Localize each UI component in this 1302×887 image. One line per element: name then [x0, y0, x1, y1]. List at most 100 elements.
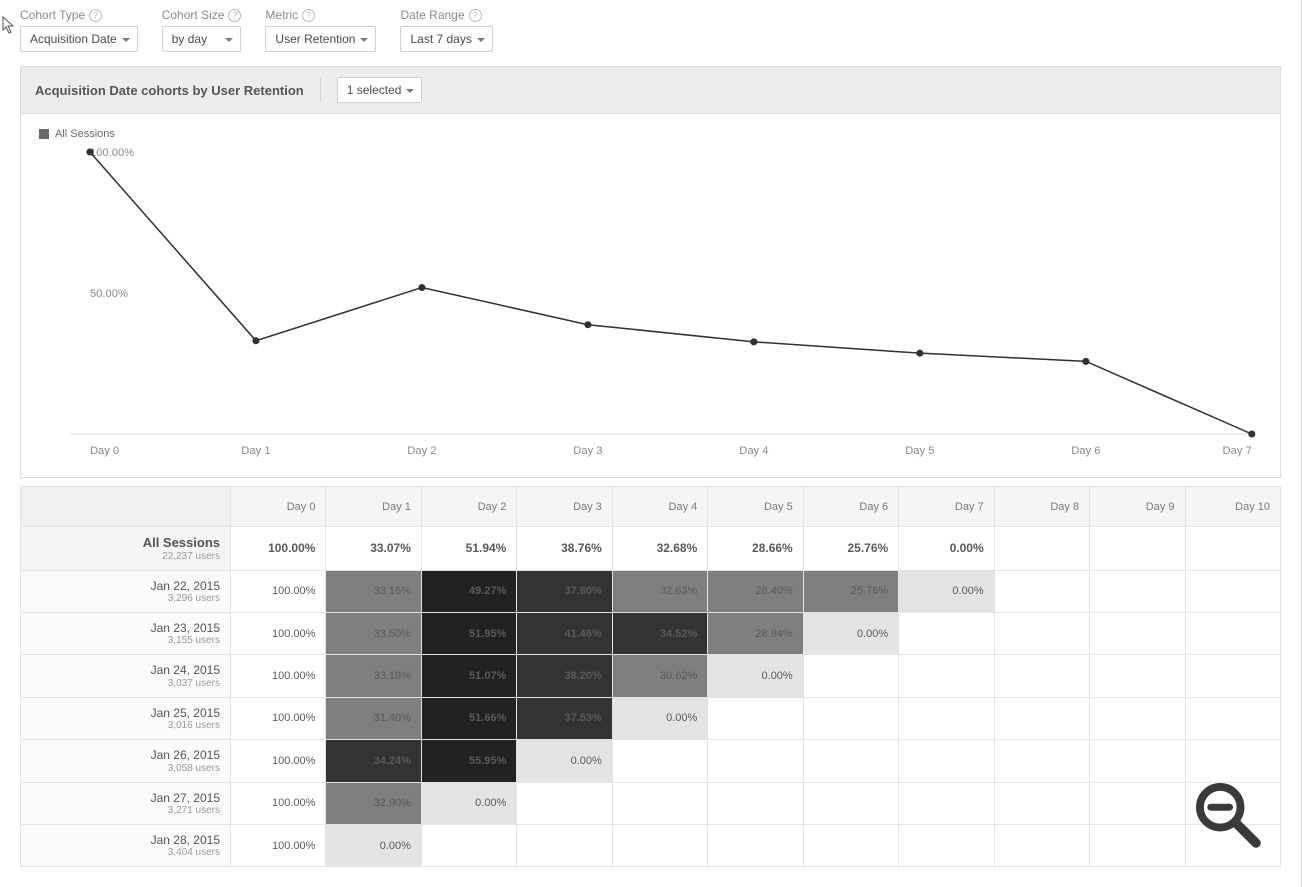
legend-swatch-icon	[39, 129, 49, 139]
table-cell: 0.00%	[899, 527, 994, 571]
date-range-label: Date Range ?	[400, 8, 492, 22]
table-cell: 100.00%	[231, 782, 326, 824]
cohort-type-label: Cohort Type ?	[20, 8, 138, 22]
table-cell: 100.00%	[231, 740, 326, 782]
table-cell: 34.24%	[326, 740, 421, 782]
svg-text:Day 6: Day 6	[1071, 445, 1100, 457]
table-cell: 100.00%	[231, 527, 326, 571]
cohort-type-select[interactable]: Acquisition Date	[20, 26, 138, 52]
table-total-row: All Sessions22,237 users100.00%33.07%51.…	[21, 527, 1281, 571]
table-cell: 33.19%	[326, 655, 421, 697]
zoom-out-icon	[1189, 776, 1267, 854]
table-cell: 25.76%	[803, 527, 898, 571]
table-cell: 0.00%	[803, 612, 898, 654]
table-cell	[899, 655, 994, 697]
svg-text:Day 3: Day 3	[573, 445, 602, 457]
date-range-select[interactable]: Last 7 days	[400, 26, 492, 52]
table-cell	[1090, 655, 1185, 697]
table-column-header: Day 3	[517, 487, 612, 527]
table-column-header: Day 0	[231, 487, 326, 527]
table-cell: 38.76%	[517, 527, 612, 571]
table-cell	[1090, 697, 1185, 739]
table-cell	[517, 782, 612, 824]
metric-label: Metric ?	[265, 8, 376, 22]
chart-panel-header: Acquisition Date cohorts by User Retenti…	[20, 66, 1281, 114]
row-header: Jan 23, 20153,155 users	[21, 612, 231, 654]
cohort-size-label: Cohort Size ?	[162, 8, 242, 22]
table-cell	[1090, 570, 1185, 612]
cohort-controls: Cohort Type ? Acquisition Date Cohort Si…	[20, 8, 1281, 52]
help-icon[interactable]: ?	[302, 9, 315, 22]
table-cell	[1090, 527, 1185, 571]
table-cell: 25.76%	[803, 570, 898, 612]
row-header: Jan 26, 20153,058 users	[21, 740, 231, 782]
table-cell	[1090, 612, 1185, 654]
table-cell	[994, 655, 1089, 697]
table-cell: 100.00%	[231, 697, 326, 739]
table-cell	[612, 782, 707, 824]
table-cell	[803, 740, 898, 782]
table-column-header: Day 1	[326, 487, 421, 527]
chart-title: Acquisition Date cohorts by User Retenti…	[35, 83, 304, 98]
divider	[320, 78, 321, 102]
table-cell	[899, 782, 994, 824]
svg-text:Day 1: Day 1	[241, 445, 270, 457]
chart-legend: All Sessions	[39, 128, 1262, 140]
table-cell: 32.68%	[612, 527, 707, 571]
svg-text:Day 0: Day 0	[90, 445, 119, 457]
metric-select[interactable]: User Retention	[265, 26, 376, 52]
table-cell	[708, 782, 803, 824]
table-cell: 32.90%	[326, 782, 421, 824]
table-row: Jan 27, 20153,271 users100.00%32.90%0.00…	[21, 782, 1281, 824]
table-cell	[803, 655, 898, 697]
table-cell: 100.00%	[231, 824, 326, 866]
table-cell: 0.00%	[612, 697, 707, 739]
svg-text:50.00%: 50.00%	[90, 288, 128, 300]
table-cell: 28.40%	[708, 570, 803, 612]
table-cell	[994, 612, 1089, 654]
table-corner	[21, 487, 231, 527]
table-cell: 33.50%	[326, 612, 421, 654]
help-icon[interactable]: ?	[89, 9, 102, 22]
cursor-icon	[2, 16, 16, 37]
table-cell	[994, 570, 1089, 612]
table-cell: 30.62%	[612, 655, 707, 697]
table-cell	[899, 740, 994, 782]
cohort-size-select[interactable]: by day	[162, 26, 242, 52]
table-row: Jan 23, 20153,155 users100.00%33.50%51.9…	[21, 612, 1281, 654]
series-filter-select[interactable]: 1 selected	[337, 77, 423, 103]
table-cell: 32.83%	[612, 570, 707, 612]
table-column-header: Day 9	[1090, 487, 1185, 527]
table-cell	[994, 527, 1089, 571]
table-column-header: Day 2	[421, 487, 516, 527]
table-cell: 33.07%	[326, 527, 421, 571]
table-row: Jan 24, 20153,037 users100.00%33.19%51.0…	[21, 655, 1281, 697]
table-cell: 33.16%	[326, 570, 421, 612]
table-column-header: Day 5	[708, 487, 803, 527]
help-icon[interactable]: ?	[469, 9, 482, 22]
table-column-header: Day 8	[994, 487, 1089, 527]
table-cell: 34.52%	[612, 612, 707, 654]
table-cell	[803, 782, 898, 824]
table-row: Jan 28, 20153,404 users100.00%0.00%	[21, 824, 1281, 866]
table-cell: 31.40%	[326, 697, 421, 739]
table-cell	[1185, 697, 1280, 739]
table-cell: 37.80%	[517, 570, 612, 612]
table-cell	[1185, 527, 1280, 571]
table-cell: 28.66%	[708, 527, 803, 571]
table-cell: 100.00%	[231, 612, 326, 654]
table-cell	[994, 740, 1089, 782]
svg-text:100.00%: 100.00%	[90, 147, 134, 159]
svg-text:Day 7: Day 7	[1223, 445, 1252, 457]
row-header: Jan 25, 20153,016 users	[21, 697, 231, 739]
zoom-out-button[interactable]	[1189, 776, 1267, 857]
table-cell: 0.00%	[421, 782, 516, 824]
row-header: All Sessions22,237 users	[21, 527, 231, 571]
table-cell: 49.27%	[421, 570, 516, 612]
retention-line-chart: 50.00%100.00%Day 0Day 1Day 2Day 3Day 4Da…	[39, 144, 1262, 464]
help-icon[interactable]: ?	[228, 9, 241, 22]
table-cell	[994, 782, 1089, 824]
table-cell	[899, 697, 994, 739]
table-cell: 55.95%	[421, 740, 516, 782]
table-cell	[612, 740, 707, 782]
